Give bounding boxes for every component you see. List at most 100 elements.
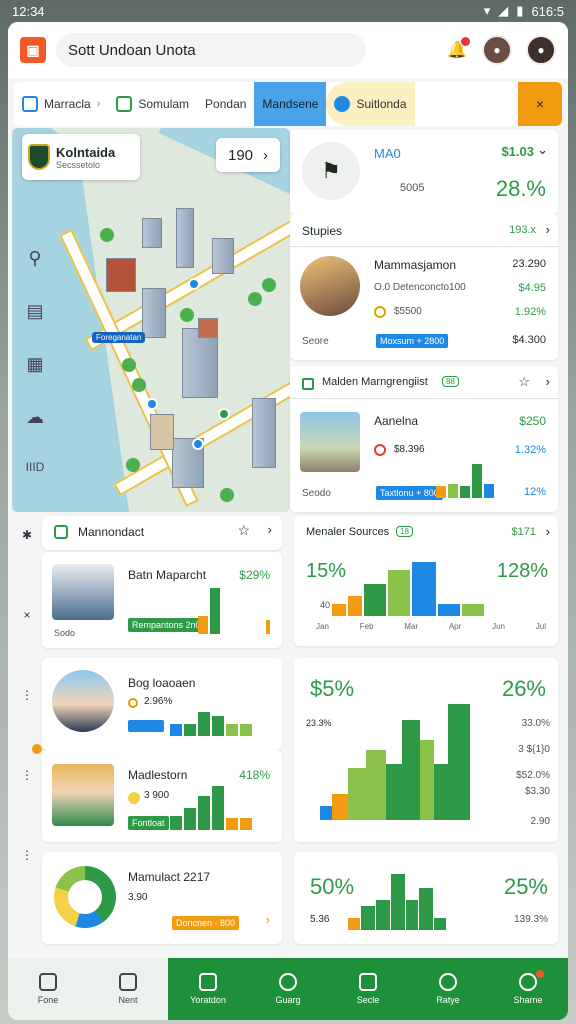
- app-logo-icon[interactable]: ▣: [20, 37, 46, 63]
- share-icon[interactable]: ☆: [518, 374, 530, 390]
- item-tag[interactable]: Fontloat: [128, 816, 169, 830]
- chart-bar: [364, 584, 386, 616]
- nav-label: Guarg: [275, 995, 301, 1005]
- notification-bell-icon[interactable]: 🔔: [446, 37, 470, 61]
- mini-bar: [210, 588, 220, 634]
- orange-marker: [32, 744, 42, 754]
- line3-val: 1.92%: [514, 306, 546, 318]
- list-item[interactable]: Bog loaoaen 2.96%: [42, 658, 282, 750]
- crumb-3[interactable]: Pondan: [197, 82, 254, 126]
- search-bar[interactable]: Sott Undoan Unota: [56, 33, 366, 67]
- layer-tool-icon[interactable]: ▤: [26, 301, 43, 322]
- map-pin[interactable]: [188, 278, 200, 290]
- sources-bars: [332, 562, 484, 616]
- cloud-tool-icon[interactable]: ☁: [26, 407, 44, 428]
- map-tree: [220, 488, 234, 502]
- card-marngrengiist[interactable]: Malden Marngrengiist 88 ☆ › Aanelna $250…: [290, 366, 558, 512]
- crumb-label: Pondan: [205, 97, 247, 111]
- map-zoom-control[interactable]: 190 ›: [216, 138, 280, 172]
- card-tag[interactable]: Moxsum + 2800: [376, 334, 449, 348]
- chevron-right-icon[interactable]: ›: [546, 222, 550, 237]
- close-button[interactable]: ×: [518, 82, 562, 126]
- list-item[interactable]: Mamulact 2217 3.90 Doncnen · 800 ›: [42, 852, 282, 944]
- crumb-suggestion[interactable]: Suitlonda: [326, 82, 415, 126]
- person-name: Mammasjamon: [374, 258, 457, 272]
- person-photo: [300, 256, 360, 316]
- nav-item-home[interactable]: Fone: [8, 958, 88, 1020]
- star-icon[interactable]: ☆: [237, 522, 250, 539]
- card-tag[interactable]: Taxtlonu + 800: [376, 486, 443, 500]
- nav-item-yoratdon[interactable]: Yoratdon: [168, 958, 248, 1020]
- nav-label: Fone: [37, 995, 59, 1005]
- card-header-val: 193.x: [509, 224, 536, 236]
- crumb-2[interactable]: Somulam: [108, 82, 197, 126]
- list-item[interactable]: Batn Maparcht $29% Rempantons 2n0 Sodo: [42, 552, 282, 648]
- card-mannondact[interactable]: Mannondact ☆ ›: [42, 516, 282, 550]
- nav-item-sharne[interactable]: Sharne: [488, 958, 568, 1020]
- avatar[interactable]: ●: [482, 35, 512, 65]
- card-growth-chart[interactable]: $5% 26% 23.3% 33.0% 3 ${1}0 $52.0% $3.30…: [294, 658, 558, 842]
- mini-bar: [240, 818, 252, 830]
- nav-item-guarg[interactable]: Guarg: [248, 958, 328, 1020]
- handle-icon[interactable]: ⋮: [21, 688, 33, 702]
- drag-handle-icon-2[interactable]: ⋮: [21, 848, 33, 862]
- card-sources-chart[interactable]: Menaler Sources 18 $171 › 15% 128% 40 Ja…: [294, 516, 558, 646]
- nav-item-secle[interactable]: Secle: [328, 958, 408, 1020]
- card-header: Stupies: [302, 224, 343, 238]
- crumb-active[interactable]: Mandsene: [254, 82, 327, 126]
- nav-item-nent[interactable]: Nent: [88, 958, 168, 1020]
- nav-item-ratye[interactable]: Ratye: [408, 958, 488, 1020]
- chart-bar: [434, 764, 448, 820]
- item-val: 2.96%: [144, 696, 173, 707]
- item-tag-blank[interactable]: [128, 720, 164, 732]
- x-tick: Apr: [448, 622, 462, 631]
- drag-handle-icon[interactable]: ⋮: [21, 768, 33, 782]
- item-tag[interactable]: Doncnen · 800: [172, 916, 240, 930]
- card-header: Menaler Sources: [306, 526, 390, 538]
- pin-icon[interactable]: ✱: [22, 528, 32, 542]
- avatar-secondary[interactable]: ●: [526, 35, 556, 65]
- chevron-right-icon[interactable]: ›: [268, 522, 272, 537]
- nav-label: Nent: [118, 995, 138, 1005]
- chevron-right-icon[interactable]: ›: [546, 524, 550, 539]
- info-icon: [334, 96, 351, 112]
- map-building: [142, 218, 162, 248]
- mini-bar: [198, 616, 208, 634]
- map-pin[interactable]: [192, 438, 204, 450]
- item-tag[interactable]: Rempantons 2n0: [128, 618, 205, 632]
- card-summary-chart[interactable]: 50% 25% 5.36 139.3%: [294, 852, 558, 944]
- shield-logo-icon: [28, 144, 50, 170]
- item-bars: [198, 588, 270, 634]
- card-summary[interactable]: ⚑ MA0 $1.03 ⌄ 5005 28.%: [290, 130, 558, 214]
- chevron-right-icon: ›: [263, 146, 269, 164]
- x-tick: Feb: [359, 622, 374, 631]
- top-bar: ▣ Sott Undoan Unota 🔔 ● ●: [8, 22, 568, 78]
- map-pin[interactable]: [218, 408, 230, 420]
- list-item[interactable]: Madlestorn 418% 3 900 Fontloat: [42, 750, 282, 842]
- card-pct: 28.%: [495, 176, 546, 201]
- nav-label: Secle: [356, 995, 380, 1005]
- mini-bar: [472, 464, 482, 498]
- grid-tool-icon[interactable]: IIID: [26, 460, 45, 474]
- person-photo: [52, 670, 114, 732]
- map-pin[interactable]: [146, 398, 158, 410]
- mini-bar: [212, 716, 224, 736]
- city-map[interactable]: Foreganatan Kolntaida Secssetolo 190 › ⚲…: [12, 128, 290, 512]
- item-val: 3 900: [144, 790, 170, 801]
- pin-tool-icon[interactable]: ⚲: [28, 248, 41, 269]
- breadcrumb: Marracla › Somulam Pondan Mandsene Suitlo…: [14, 82, 562, 126]
- mini-bar: [484, 484, 494, 498]
- chevron-down-icon[interactable]: ⌄: [537, 142, 548, 158]
- close-icon[interactable]: ×: [23, 608, 30, 622]
- chevron-right-icon[interactable]: ›: [546, 374, 550, 389]
- chevron-right-icon[interactable]: ›: [266, 912, 270, 927]
- chart-bar: [386, 764, 402, 820]
- mini-bar: [436, 486, 446, 498]
- card-stupies[interactable]: Stupies 193.x › Mammasjamon 23.290 O.0 D…: [290, 214, 558, 360]
- item-pct: 418%: [239, 768, 270, 782]
- line2: $8.396: [394, 444, 425, 455]
- item-name: Mamulact 2217: [128, 870, 211, 884]
- map-title-card[interactable]: Kolntaida Secssetolo: [22, 134, 140, 180]
- list-tool-icon[interactable]: ▦: [26, 354, 43, 375]
- crumb-1[interactable]: Marracla ›: [14, 82, 108, 126]
